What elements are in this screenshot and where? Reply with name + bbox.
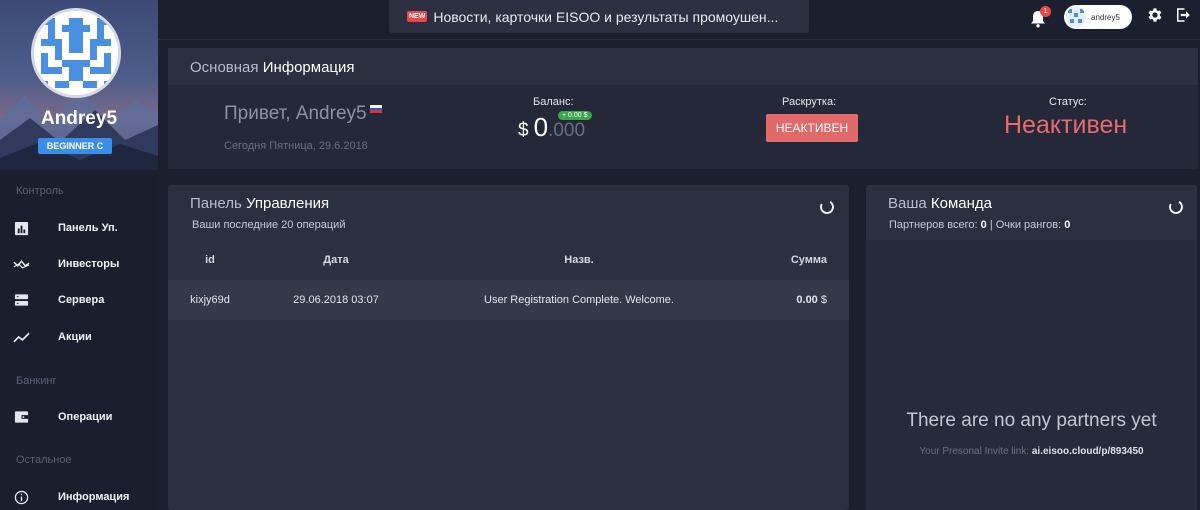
- cell-date: 29.06.2018 03:07: [252, 280, 420, 320]
- sidebar-item-operations[interactable]: Операции: [0, 402, 158, 432]
- team-body: [866, 240, 1197, 510]
- greeting: Привет, Andrey5: [224, 103, 382, 125]
- control-panel-card: Панель Управления Ваши последние 20 опер…: [168, 185, 849, 510]
- balance-value: $0.000: [518, 112, 585, 143]
- cell-id: kixjy69d: [168, 280, 252, 320]
- promo-label: Раскрутка:: [782, 96, 837, 108]
- panel-title-bold: Управления: [246, 195, 330, 212]
- no-partners-message: There are no any partners yet: [906, 410, 1157, 431]
- sidebar-section-banking: Банкинг: [16, 375, 57, 387]
- identicon-image: [34, 11, 118, 95]
- team-card: Ваша Команда Партнеров всего: 0 | Очки р…: [866, 185, 1197, 510]
- stats-separator: |: [989, 219, 993, 231]
- wallet-icon: [0, 410, 58, 424]
- profile-header: Andrey5 BEGINNER C: [0, 0, 158, 170]
- sidebar: Andrey5 BEGINNER C Контроль Панель Уп. И…: [0, 0, 158, 510]
- trending-icon: [0, 332, 58, 343]
- russia-flag-icon: [369, 105, 382, 113]
- sidebar-item-label: Информация: [58, 491, 130, 503]
- column-header-id: id: [168, 240, 252, 280]
- settings-button[interactable]: [1146, 6, 1166, 26]
- notification-count: 1: [1040, 6, 1051, 17]
- balance-currency: $: [518, 120, 529, 141]
- panel-subtitle: Ваши последние 20 операций: [192, 219, 346, 231]
- table-row[interactable]: kixjy69d 29.06.2018 03:07 User Registrat…: [168, 280, 849, 320]
- cell-amount: 0.00 $: [738, 280, 849, 320]
- column-header-amount: Сумма: [738, 240, 849, 280]
- sidebar-item-dashboard[interactable]: Панель Уп.: [0, 213, 158, 243]
- refresh-button[interactable]: [819, 199, 835, 215]
- sidebar-item-information[interactable]: Информация: [0, 482, 158, 510]
- operations-table: id Дата Назв. Сумма kixjy69d 29.06.2018 …: [168, 240, 849, 320]
- sidebar-item-label: Панель Уп.: [58, 222, 118, 234]
- team-title: Ваша Команда: [888, 195, 992, 212]
- news-text: Новости, карточки EISOO и результаты про…: [433, 8, 779, 25]
- servers-icon: [0, 293, 58, 307]
- cell-amount-value: 0.00: [796, 294, 818, 306]
- dashboard-icon: [0, 221, 58, 236]
- balance-integer: 0: [533, 112, 549, 142]
- top-bar: NEW Новости, карточки EISOO и результаты…: [158, 0, 1200, 40]
- sidebar-item-label: Инвесторы: [58, 258, 120, 270]
- info-card: Основная Информация Привет, Andrey5 Сего…: [168, 48, 1198, 169]
- team-stats: Партнеров всего: 0 | Очки рангов: 0: [889, 219, 1070, 231]
- info-title-bold: Информация: [262, 59, 355, 76]
- points-label: Очки рангов:: [995, 219, 1062, 231]
- sidebar-item-stocks[interactable]: Акции: [0, 322, 158, 352]
- invite-link-row: Your Presonal Invite link: ai.eisoo.clou…: [866, 446, 1197, 457]
- new-badge: NEW: [407, 11, 428, 22]
- cell-amount-currency: $: [820, 294, 827, 306]
- sidebar-section-control: Контроль: [16, 185, 64, 197]
- sidebar-item-label: Операции: [58, 411, 113, 423]
- balance-label: Баланс:: [533, 96, 574, 108]
- user-menu[interactable]: andrey5: [1064, 5, 1132, 29]
- team-refresh-button[interactable]: [1168, 199, 1184, 215]
- table-header-row: id Дата Назв. Сумма: [168, 240, 849, 280]
- refresh-icon: [820, 200, 834, 214]
- info-icon: [0, 490, 58, 505]
- info-card-title: Основная Информация: [168, 48, 1198, 86]
- sidebar-item-label: Сервера: [58, 294, 105, 306]
- greeting-text: Привет, Andrey5: [224, 103, 367, 124]
- user-menu-name: andrey5: [1091, 12, 1120, 22]
- avatar[interactable]: [31, 8, 121, 98]
- refresh-icon: [1169, 200, 1183, 214]
- status-label: Статус:: [1049, 96, 1087, 108]
- info-card-body: Привет, Andrey5 Сегодня Пятница, 29.6.20…: [168, 86, 1198, 169]
- panel-title-light: Панель: [190, 195, 242, 212]
- balance-decimals: .000: [548, 120, 586, 141]
- user-avatar: [1066, 7, 1086, 27]
- notifications-button[interactable]: 1: [1028, 6, 1052, 30]
- invite-link[interactable]: ai.eisoo.cloud/p/893450: [1032, 446, 1144, 457]
- sidebar-item-investors[interactable]: Инвесторы: [0, 249, 158, 279]
- cell-name: User Registration Complete. Welcome.: [420, 280, 738, 320]
- sidebar-section-other: Остальное: [16, 454, 72, 466]
- investors-icon: [0, 258, 58, 270]
- team-title-light: Ваша: [888, 195, 927, 212]
- info-title-light: Основная: [190, 59, 259, 76]
- points-value: 0: [1064, 219, 1071, 231]
- team-title-bold: Команда: [930, 195, 993, 212]
- status-value: Неактивен: [1004, 111, 1128, 139]
- partners-label: Партнеров всего:: [889, 219, 978, 231]
- profile-name: Andrey5: [40, 108, 118, 129]
- sidebar-item-servers[interactable]: Сервера: [0, 285, 158, 315]
- promo-inactive-button[interactable]: НЕАКТИВЕН: [766, 114, 858, 142]
- column-header-name: Назв.: [420, 240, 738, 280]
- gear-icon: [1148, 8, 1162, 22]
- today-date: Сегодня Пятница, 29.6.2018: [224, 140, 368, 152]
- partners-value: 0: [980, 219, 987, 231]
- invite-label: Your Presonal Invite link:: [919, 446, 1030, 457]
- news-banner[interactable]: NEW Новости, карточки EISOO и результаты…: [389, 0, 809, 33]
- column-header-date: Дата: [252, 240, 420, 280]
- logout-button[interactable]: [1174, 6, 1194, 26]
- logout-icon: [1177, 8, 1190, 22]
- sidebar-item-label: Акции: [58, 331, 92, 343]
- panel-title: Панель Управления: [190, 195, 329, 212]
- rank-badge: BEGINNER C: [38, 138, 112, 154]
